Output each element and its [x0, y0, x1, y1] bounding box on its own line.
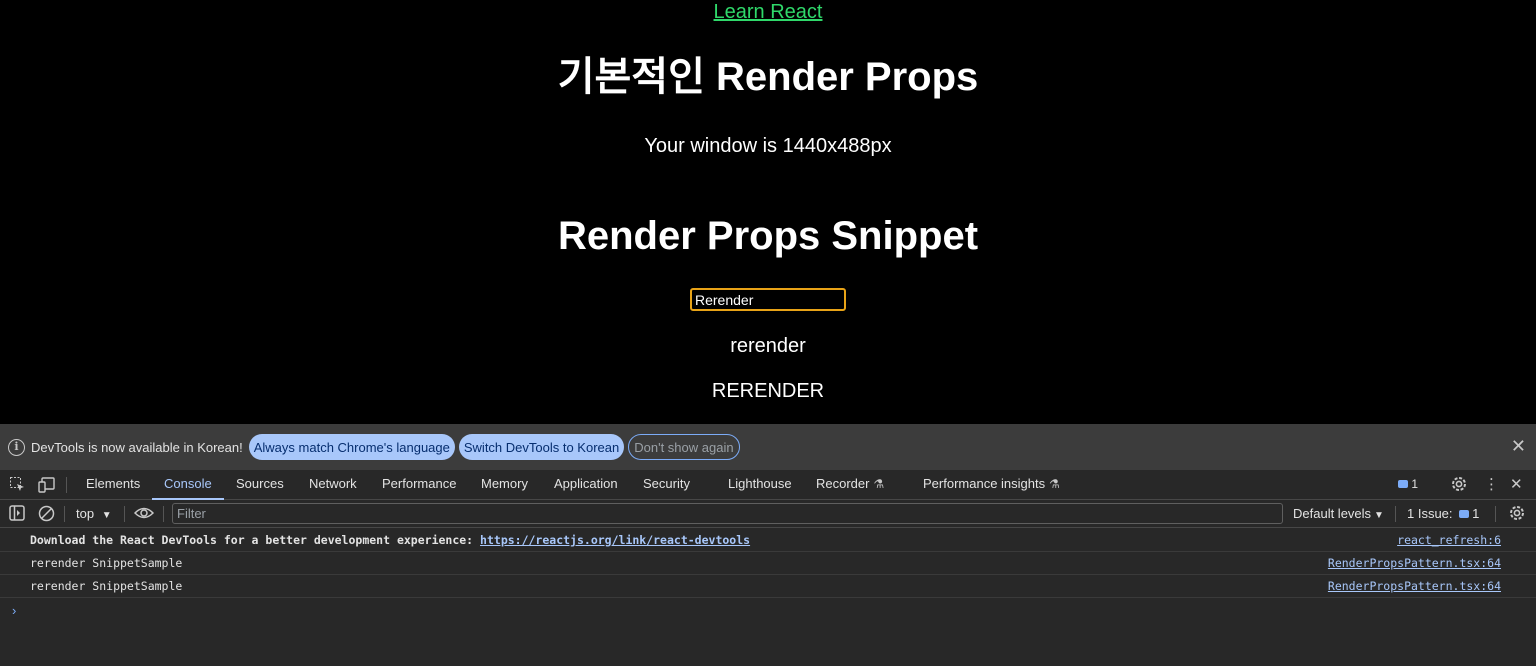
experiment-flask-icon: ⚗	[873, 477, 885, 491]
live-expression-eye-icon[interactable]	[133, 505, 155, 526]
experiment-flask-icon: ⚗	[1049, 477, 1060, 491]
tab-console[interactable]: Console	[152, 470, 224, 500]
message-source-link[interactable]: RenderPropsPattern.tsx:64	[1328, 552, 1501, 574]
devtools-panel: i DevTools is now available in Korean! A…	[0, 424, 1536, 666]
toolbar-divider	[124, 506, 125, 522]
tab-recorder-label: Recorder	[816, 476, 870, 491]
clear-console-icon[interactable]	[38, 505, 55, 527]
tab-elements[interactable]: Elements	[86, 470, 140, 500]
message-source-link[interactable]: RenderPropsPattern.tsx:64	[1328, 575, 1501, 597]
lowercase-output: rerender	[730, 335, 806, 357]
tab-performance[interactable]: Performance	[382, 470, 456, 500]
language-infobar: i DevTools is now available in Korean! A…	[0, 424, 1536, 470]
tab-lighthouse[interactable]: Lighthouse	[728, 470, 792, 500]
toolbar-divider	[66, 477, 67, 493]
close-icon[interactable]: ✕	[1511, 436, 1526, 456]
learn-react-link[interactable]: Learn React	[0, 0, 1536, 24]
page-heading-basic: 기본적인 Render Props	[557, 55, 979, 99]
chevron-down-icon: ▼	[101, 510, 112, 521]
tab-recorder[interactable]: Recorder ⚗	[816, 470, 884, 500]
infobar-message: DevTools is now available in Korean!	[31, 439, 243, 455]
console-toolbar: top ▼ Default levels▼ 1 Issue: 1	[0, 500, 1536, 528]
tab-network[interactable]: Network	[309, 470, 357, 500]
tab-security[interactable]: Security	[643, 470, 690, 500]
chevron-down-icon: ▼	[1374, 510, 1384, 521]
sidebar-toggle-icon[interactable]	[9, 505, 25, 526]
info-icon: i	[8, 438, 25, 456]
console-filter-input[interactable]	[172, 503, 1283, 524]
issues-label: 1 Issue:	[1407, 506, 1453, 521]
devtools-promo-text: Download the React DevTools for a better…	[30, 533, 481, 547]
console-message: Download the React DevTools for a better…	[0, 529, 1536, 552]
console-message-text: Download the React DevTools for a better…	[30, 529, 750, 551]
switch-to-korean-button[interactable]: Switch DevTools to Korean	[458, 434, 625, 460]
settings-gear-icon[interactable]	[1450, 475, 1468, 498]
snippet-text-input[interactable]	[690, 288, 846, 311]
page-content: Learn React 기본적인 Render Props Your windo…	[0, 0, 1536, 424]
log-levels-dropdown[interactable]: Default levels ▼	[1293, 505, 1384, 524]
toolbar-divider	[64, 506, 65, 522]
issue-bubble-icon	[1459, 510, 1470, 518]
tab-sources[interactable]: Sources	[236, 470, 284, 500]
page-heading-snippet: Render Props Snippet	[557, 214, 979, 258]
console-message-text: rerender SnippetSample	[30, 556, 183, 570]
device-toolbar-icon[interactable]	[38, 476, 56, 498]
window-size-text: Your window is 1440x488px	[644, 135, 892, 157]
toolbar-divider	[1395, 506, 1396, 522]
console-messages: Download the React DevTools for a better…	[0, 529, 1536, 618]
context-selector[interactable]: top ▼	[76, 505, 112, 524]
message-bubble-icon	[1398, 480, 1409, 488]
message-source-link[interactable]: react_refresh:6	[1397, 529, 1501, 551]
close-devtools-icon[interactable]: ✕	[1510, 476, 1523, 494]
tab-memory[interactable]: Memory	[481, 470, 528, 500]
message-count-badge[interactable]: 1	[1398, 477, 1418, 491]
console-message-text: rerender SnippetSample	[30, 579, 183, 593]
react-devtools-link[interactable]: https://reactjs.org/link/react-devtools	[480, 533, 750, 547]
issues-count: 1	[1472, 506, 1480, 521]
console-message: rerender SnippetSample RenderPropsPatter…	[0, 575, 1536, 598]
tab-application[interactable]: Application	[554, 470, 618, 500]
more-options-icon[interactable]: ⋮	[1484, 476, 1499, 494]
console-prompt-icon[interactable]: ›	[12, 603, 16, 618]
inspect-element-icon[interactable]	[9, 476, 26, 498]
toolbar-divider	[1495, 506, 1496, 522]
console-settings-gear-icon[interactable]	[1508, 504, 1526, 527]
always-match-language-button[interactable]: Always match Chrome's language	[248, 434, 455, 460]
dont-show-again-button[interactable]: Don't show again	[628, 434, 740, 460]
console-message: rerender SnippetSample RenderPropsPatter…	[0, 552, 1536, 575]
tab-performance-insights[interactable]: Performance insights ⚗	[923, 470, 1060, 500]
message-count: 1	[1411, 477, 1418, 491]
issues-counter[interactable]: 1 Issue: 1	[1407, 505, 1479, 522]
context-label: top	[76, 506, 95, 521]
log-levels-label: Default levels	[1293, 506, 1372, 521]
devtools-tabbar: Elements Console Sources Network Perform…	[0, 470, 1536, 500]
toolbar-divider	[163, 506, 164, 522]
uppercase-output: RERENDER	[711, 380, 825, 402]
tab-performance-insights-label: Performance insights	[923, 476, 1046, 491]
